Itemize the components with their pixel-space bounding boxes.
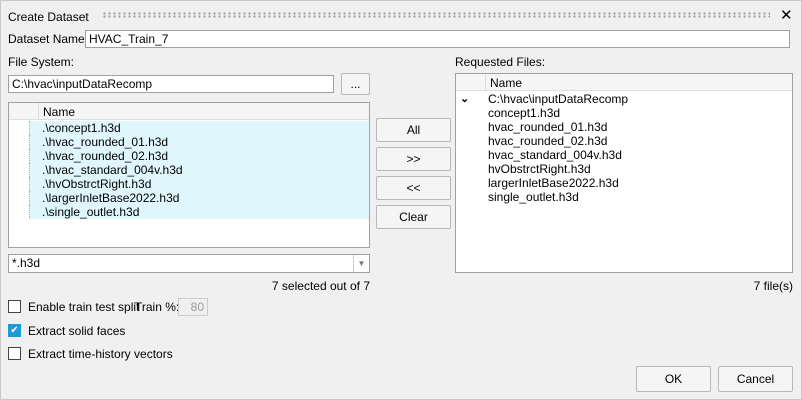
drag-handle[interactable] — [102, 12, 770, 18]
clear-button[interactable]: Clear — [376, 205, 451, 229]
list-item[interactable]: largerInletBase2022.h3d — [488, 176, 622, 190]
selected-status: 7 selected out of 7 — [271, 279, 370, 293]
list-header: Name — [9, 103, 369, 120]
file-name: .\hvac_rounded_02.h3d — [42, 149, 169, 163]
list-item[interactable]: single_outlet.h3d — [488, 190, 622, 204]
train-split-label: Enable train test split — [28, 300, 140, 314]
train-split-checkbox[interactable] — [8, 300, 21, 313]
list-item[interactable]: .\hvac_rounded_01.h3d — [29, 135, 369, 149]
list-item[interactable]: hvObstrctRight.h3d — [488, 162, 622, 176]
train-pct-input[interactable]: 80 — [178, 298, 208, 316]
add-selected-button[interactable]: >> — [376, 147, 451, 171]
file-system-list[interactable]: Name .\concept1.h3d .\hvac_rounded_01.h3d… — [8, 102, 370, 248]
list-item[interactable]: hvac_rounded_02.h3d — [488, 134, 622, 148]
file-name: .\concept1.h3d — [42, 121, 121, 135]
dataset-name-label: Dataset Name: — [8, 32, 89, 46]
list-item[interactable]: hvac_standard_004v.h3d — [488, 148, 622, 162]
list-item[interactable]: hvac_rounded_01.h3d — [488, 120, 622, 134]
dialog-title: Create Dataset — [8, 10, 89, 24]
list-item[interactable]: .\hvac_standard_004v.h3d — [29, 163, 369, 177]
path-input[interactable]: C:\hvac\inputDataRecomp — [8, 75, 334, 93]
name-column-header[interactable]: Name — [43, 105, 75, 119]
file-name: .\hvObstrctRight.h3d — [42, 177, 152, 191]
close-icon[interactable]: ✕ — [780, 6, 793, 24]
chevron-down-icon[interactable]: ▼ — [353, 255, 369, 272]
time-history-label: Extract time-history vectors — [28, 347, 173, 361]
list-item[interactable]: .\concept1.h3d — [29, 121, 369, 135]
file-name: .\hvac_rounded_01.h3d — [42, 135, 169, 149]
file-name: .\largerInletBase2022.h3d — [42, 191, 180, 205]
list-header: Name — [456, 74, 792, 91]
name-column-header[interactable]: Name — [490, 76, 522, 90]
ok-button[interactable]: OK — [636, 366, 711, 392]
cancel-button[interactable]: Cancel — [718, 366, 793, 392]
list-item[interactable]: .\largerInletBase2022.h3d — [29, 191, 369, 205]
list-item[interactable]: .\single_outlet.h3d — [29, 205, 369, 219]
requested-files-list[interactable]: Name ⌄ C:\hvac\inputDataRecomp concept1.… — [455, 73, 793, 273]
time-history-checkbox[interactable] — [8, 347, 21, 360]
dataset-name-input[interactable]: HVAC_Train_7 — [85, 30, 790, 48]
list-item[interactable]: concept1.h3d — [488, 106, 622, 120]
requested-files-label: Requested Files: — [455, 55, 546, 69]
solid-faces-label: Extract solid faces — [28, 324, 126, 338]
train-pct-label: Train %: — [135, 300, 180, 314]
chevron-down-icon[interactable]: ⌄ — [460, 92, 469, 106]
browse-button[interactable]: ... — [341, 73, 370, 95]
list-item[interactable]: .\hvac_rounded_02.h3d — [29, 149, 369, 163]
file-count: 7 file(s) — [753, 279, 793, 293]
file-name: .\hvac_standard_004v.h3d — [42, 163, 183, 177]
root-folder[interactable]: C:\hvac\inputDataRecomp — [488, 92, 628, 106]
solid-faces-checkbox[interactable]: ✔ — [8, 324, 21, 337]
add-all-button[interactable]: All — [376, 118, 451, 142]
file-name: .\single_outlet.h3d — [42, 205, 140, 219]
list-item[interactable]: .\hvObstrctRight.h3d — [29, 177, 369, 191]
filter-combo[interactable]: *.h3d ▼ — [8, 254, 370, 273]
file-system-label: File System: — [8, 55, 75, 69]
remove-selected-button[interactable]: << — [376, 176, 451, 200]
filter-value: *.h3d — [12, 256, 41, 270]
